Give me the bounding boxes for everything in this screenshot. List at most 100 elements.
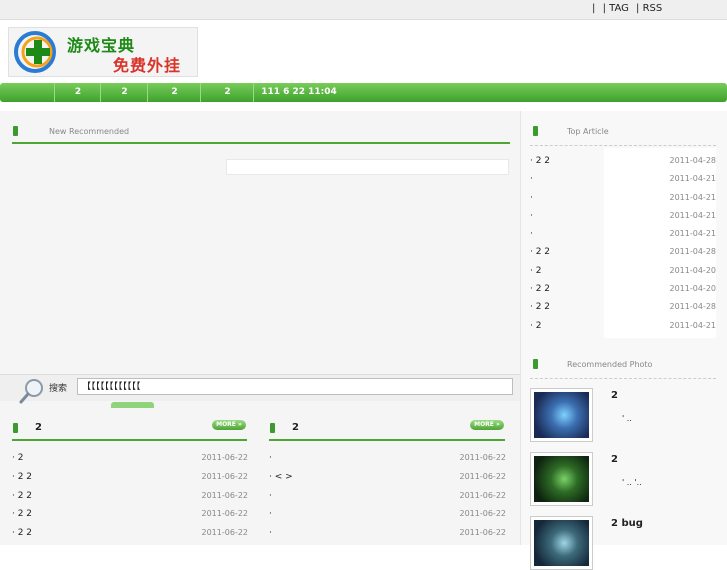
top-article-item-date: 2011-04-28	[669, 302, 717, 312]
list-item-title[interactable]: ·	[269, 487, 272, 505]
top-article-item-date: 2011-04-20	[669, 284, 717, 294]
left-col-heading[interactable]: 2	[35, 422, 42, 433]
list-item[interactable]: · < > 2011-06-22	[269, 468, 506, 486]
top-link-divider: |	[592, 3, 596, 14]
top-article-item[interactable]: · 2011-04-21	[530, 207, 716, 225]
left-col-more-button[interactable]: MORE »	[212, 420, 246, 430]
list-item-title[interactable]: · 2 2	[12, 505, 32, 523]
top-article-item-date: 2011-04-21	[669, 192, 717, 202]
top-article-item-title[interactable]: ·	[530, 193, 533, 203]
list-item-title[interactable]: ·	[269, 449, 272, 467]
photo-image	[534, 392, 589, 438]
list-item-date: 2011-06-22	[459, 471, 507, 481]
top-article-item-date: 2011-04-21	[669, 229, 717, 239]
list-item[interactable]: · 2 2 2011-06-22	[12, 468, 248, 486]
section-marker-icon	[13, 126, 18, 136]
list-item-date: 2011-06-22	[459, 528, 507, 538]
list-item-title[interactable]: · 2 2	[12, 487, 32, 505]
top-article-item-title[interactable]: · 2	[530, 266, 541, 276]
list-item-date: 2011-06-22	[201, 528, 249, 538]
list-item-title[interactable]: · 2 2	[12, 468, 32, 486]
top-article-item-title[interactable]: ·	[530, 229, 533, 239]
top-article-marker-icon	[533, 126, 538, 136]
list-item-title[interactable]: · 2	[12, 449, 23, 467]
nav-item-2[interactable]: 2	[100, 83, 148, 102]
right-col-divider	[269, 439, 505, 441]
list-item[interactable]: · 2 2 2011-06-22	[12, 487, 248, 505]
photo-thumbnail[interactable]	[530, 452, 593, 506]
nav-item-3[interactable]: 2	[147, 83, 201, 102]
list-item[interactable]: · 2 2011-06-22	[12, 449, 248, 467]
top-article-item-date: 2011-04-28	[669, 156, 717, 165]
top-article-item-title[interactable]: · 2 2	[530, 247, 550, 257]
nav-item-4[interactable]: 2	[200, 83, 254, 102]
photo-marker-icon	[533, 359, 538, 369]
top-article-item-date: 2011-04-21	[669, 210, 717, 220]
list-item[interactable]: · 2011-06-22	[269, 524, 506, 542]
top-article-item[interactable]: · 2 2 2011-04-28	[530, 298, 716, 316]
search-label: 搜索	[49, 384, 68, 394]
photo-image	[534, 456, 589, 502]
top-article-item-date: 2011-04-20	[669, 265, 717, 275]
list-item[interactable]: · 2011-06-22	[269, 487, 506, 505]
top-article-item[interactable]: · 2011-04-21	[530, 189, 716, 207]
top-article-item-title[interactable]: · 2	[530, 321, 541, 331]
left-col-marker-icon	[13, 423, 18, 433]
top-link-tag[interactable]: | TAG	[603, 3, 629, 14]
list-item-date: 2011-06-22	[201, 471, 249, 481]
list-item[interactable]: · 2 2 2011-06-22	[12, 524, 248, 542]
list-item-date: 2011-06-22	[201, 490, 249, 500]
photo-image	[534, 520, 589, 566]
top-article-item-title[interactable]: ·	[530, 174, 533, 184]
top-article-item[interactable]: · 2 2 2011-04-20	[530, 280, 716, 298]
new-recommended-title: New Recommended	[49, 127, 130, 136]
site-logo[interactable]: 游戏宝典 免费外挂	[8, 27, 198, 77]
top-links: | | TAG | RSS	[592, 3, 666, 14]
photo-caption[interactable]: 2	[611, 390, 618, 401]
list-item-title[interactable]: ·	[269, 524, 272, 542]
photo-caption[interactable]: 2 bug	[611, 518, 643, 529]
search-input[interactable]: 【【【【【【【【【【【【	[77, 378, 513, 395]
right-col-more-button[interactable]: MORE »	[470, 420, 504, 430]
top-article-item-date: 2011-04-21	[669, 174, 717, 184]
top-article-item-title[interactable]: ·	[530, 211, 533, 221]
nav-item-1[interactable]: 2	[54, 83, 101, 102]
photo-divider	[530, 378, 716, 379]
photo-subcaption: ' .. '..	[622, 478, 642, 487]
photo-thumbnail[interactable]	[530, 516, 593, 570]
top-article-item[interactable]: · 2011-04-21	[530, 225, 716, 243]
top-article-title: Top Article	[567, 127, 609, 136]
top-article-item[interactable]: · 2 2 2011-04-28	[530, 152, 716, 170]
top-article-item-date: 2011-04-28	[669, 247, 717, 257]
top-article-item[interactable]: · 2011-04-21	[530, 170, 716, 188]
top-article-item[interactable]: · 2 2011-04-20	[530, 262, 716, 280]
search-tab[interactable]	[111, 402, 154, 408]
top-link-rss[interactable]: | RSS	[636, 3, 662, 14]
search-bar: 搜索 【【【【【【【【【【【【	[0, 374, 520, 401]
list-item-title[interactable]: · < >	[269, 468, 293, 486]
list-item-date: 2011-06-22	[459, 509, 507, 519]
top-article-item-title[interactable]: · 2 2	[530, 302, 550, 312]
list-item[interactable]: · 2 2 2011-06-22	[12, 505, 248, 523]
nav-date: 111 6 22 11:04	[253, 83, 344, 102]
left-col-divider	[12, 439, 247, 441]
list-item-title[interactable]: ·	[269, 505, 272, 523]
photo-subcaption: ' ..	[622, 414, 632, 423]
right-col-heading[interactable]: 2	[292, 422, 299, 433]
list-item-title[interactable]: · 2 2	[12, 524, 32, 542]
list-item-date: 2011-06-22	[201, 453, 249, 462]
top-article-item[interactable]: · 2 2 2011-04-28	[530, 243, 716, 261]
photo-thumbnail[interactable]	[530, 388, 593, 442]
search-icon[interactable]	[18, 377, 46, 405]
list-item-date: 2011-06-22	[201, 509, 249, 519]
top-article-divider	[530, 145, 716, 146]
list-item-date: 2011-06-22	[459, 453, 507, 462]
top-article-item-title[interactable]: · 2 2	[530, 156, 550, 166]
top-article-item[interactable]: · 2 2011-04-21	[530, 317, 716, 335]
list-item[interactable]: · 2011-06-22	[269, 449, 506, 467]
photo-caption[interactable]: 2	[611, 454, 618, 465]
list-item[interactable]: · 2011-06-22	[269, 505, 506, 523]
list-item-date: 2011-06-22	[459, 490, 507, 500]
top-article-item-title[interactable]: · 2 2	[530, 284, 550, 294]
top-article-item-date: 2011-04-21	[669, 320, 717, 330]
